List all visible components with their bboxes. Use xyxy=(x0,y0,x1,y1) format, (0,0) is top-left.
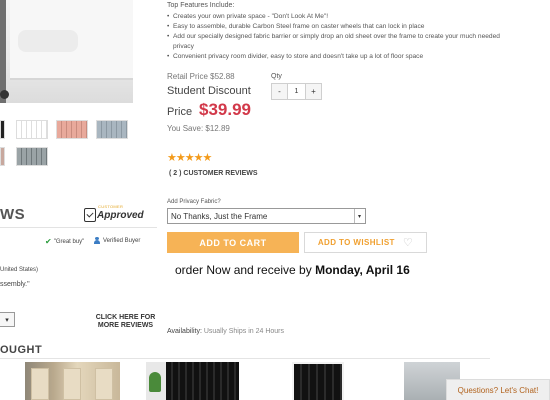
fabric-select-value: No Thanks, Just the Frame xyxy=(171,211,268,221)
more-reviews-link[interactable]: CLICK HERE FOR MORE REVIEWS xyxy=(94,314,157,330)
delivery-prefix: order Now and receive by xyxy=(175,263,316,277)
related-product-image[interactable] xyxy=(25,362,120,400)
rating-stars: ★★★★★ xyxy=(167,152,212,164)
chevron-down-icon: ▾ xyxy=(5,316,9,324)
pillow-illustration xyxy=(18,30,78,52)
add-to-wishlist-label: ADD TO WISHLIST xyxy=(317,238,395,247)
feature-item: Easy to assemble, durable Carbon Steel f… xyxy=(167,22,502,32)
related-product-image[interactable] xyxy=(146,362,239,400)
thumbnail-pink[interactable] xyxy=(56,120,88,139)
plant-illustration xyxy=(149,372,161,392)
thumbnail-gray[interactable] xyxy=(16,147,48,166)
retail-price: Retail Price $52.88 xyxy=(167,72,235,81)
approved-check-icon xyxy=(84,208,96,222)
booth-illustration xyxy=(294,364,342,400)
you-save: You Save: $12.89 xyxy=(167,124,230,133)
review-location: United States) xyxy=(0,267,39,273)
qty-label: Qty xyxy=(271,73,282,80)
feature-item: Creates your own private space - "Don't … xyxy=(167,12,502,22)
student-discount-label: Student Discount xyxy=(167,85,251,97)
related-product-image[interactable] xyxy=(292,362,344,400)
customer-approved-badge: CUSTOMER Approved xyxy=(84,204,144,223)
heart-icon: ♡ xyxy=(402,237,414,249)
screen-panel xyxy=(95,368,113,400)
curtain-illustration xyxy=(166,362,239,400)
feature-item: Convenient privacy room divider, easy to… xyxy=(167,52,502,62)
delivery-date: Monday, April 16 xyxy=(315,263,410,277)
review-title-text: "Great buy" xyxy=(53,238,85,245)
review-title: ✔ "Great buy" xyxy=(45,237,84,246)
feature-item: Add our specially designed fabric barrie… xyxy=(167,32,502,52)
chevron-down-icon: ▾ xyxy=(354,209,364,223)
availability-label: Availability: xyxy=(167,328,202,335)
person-icon xyxy=(94,237,100,244)
thumbnail-black[interactable] xyxy=(0,120,5,139)
fabric-select[interactable]: No Thanks, Just the Frame ▾ xyxy=(167,208,366,224)
badge-text: Approved xyxy=(97,209,144,221)
fabric-label: Add Privacy Fabric? xyxy=(167,199,221,205)
price-label: Price xyxy=(167,106,193,118)
availability-value: Usually Ships in 24 Hours xyxy=(203,328,284,335)
caster-wheel xyxy=(0,90,9,99)
badge-small-text: CUSTOMER xyxy=(98,204,124,209)
qty-input[interactable]: 1 xyxy=(288,83,305,100)
delivery-message: order Now and receive by Monday, April 1… xyxy=(175,263,410,277)
add-to-wishlist-button[interactable]: ADD TO WISHLIST ♡ xyxy=(304,232,427,253)
chat-button[interactable]: Questions? Let's Chat! xyxy=(446,379,550,400)
customer-reviews-link[interactable]: ( 2 ) CUSTOMER REVIEWS xyxy=(169,170,258,177)
thumbnail-light-blue[interactable] xyxy=(96,120,128,139)
features-list: Creates your own private space - "Don't … xyxy=(167,12,502,62)
qty-increase-button[interactable]: + xyxy=(305,83,322,100)
verified-buyer: Verified Buyer xyxy=(94,237,140,244)
qty-decrease-button[interactable]: - xyxy=(271,83,288,100)
review-sort-select[interactable]: ▾ xyxy=(0,312,15,327)
check-icon: ✔ xyxy=(45,237,52,246)
also-bought-heading: OUGHT xyxy=(0,344,43,356)
thumbnail-white[interactable] xyxy=(16,120,48,139)
thumbnail-tan[interactable] xyxy=(0,147,5,166)
divider xyxy=(0,227,157,228)
review-snippet: ssembly." xyxy=(0,281,30,288)
frame-bar xyxy=(0,0,6,103)
availability: Availability: Usually Ships in 24 Hours xyxy=(167,328,284,335)
divider xyxy=(0,358,490,359)
screen-panel xyxy=(31,368,49,400)
reviews-heading: WS xyxy=(0,206,26,223)
screen-panel xyxy=(63,368,81,400)
price-value: $39.99 xyxy=(199,100,251,119)
add-to-cart-button[interactable]: ADD TO CART xyxy=(167,232,299,253)
features-title: Top Features Include: xyxy=(167,2,235,9)
verified-buyer-text: Verified Buyer xyxy=(103,237,141,244)
product-main-image[interactable] xyxy=(0,0,133,103)
